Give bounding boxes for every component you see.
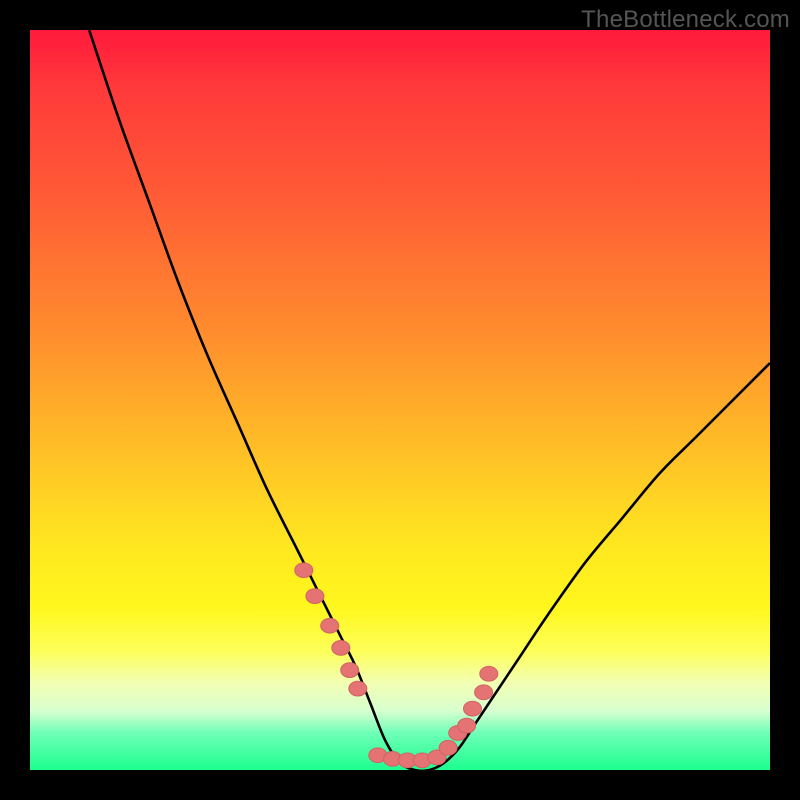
chart-svg — [30, 30, 770, 770]
highlight-dot — [480, 666, 498, 681]
highlight-dot — [295, 563, 313, 578]
chart-frame: TheBottleneck.com — [0, 0, 800, 800]
watermark-text: TheBottleneck.com — [581, 6, 790, 34]
highlight-dot — [341, 663, 359, 678]
highlight-dot — [458, 718, 476, 733]
highlight-dot — [332, 641, 350, 656]
highlight-dot — [349, 681, 367, 696]
bottleneck-curve — [89, 30, 770, 771]
highlight-dot — [306, 589, 324, 604]
highlight-dot — [321, 618, 339, 633]
plot-area — [30, 30, 770, 770]
highlight-dot — [464, 701, 482, 716]
highlight-dot — [439, 740, 457, 755]
highlight-dot — [475, 685, 493, 700]
